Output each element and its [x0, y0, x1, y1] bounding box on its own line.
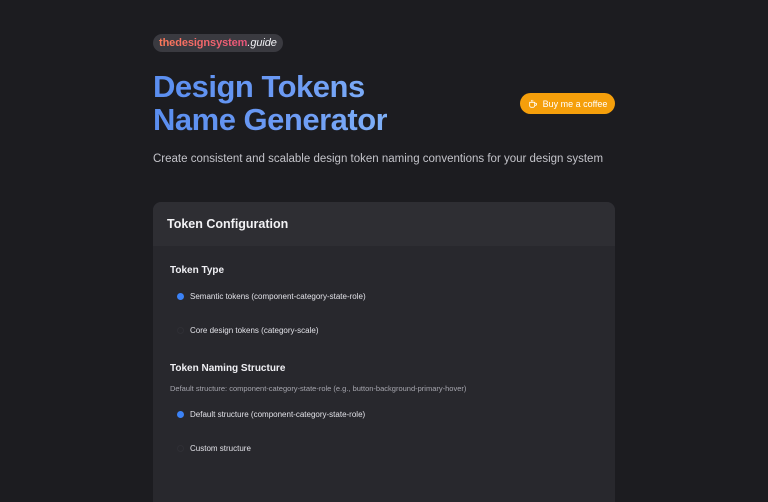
- card-title: Token Configuration: [167, 217, 289, 231]
- page-title-line2: Name Generator: [153, 102, 388, 137]
- token-naming-structure-title: Token Naming Structure: [170, 363, 286, 374]
- brand-logo[interactable]: thedesignsystem .guide: [153, 34, 283, 52]
- page-title-line1: Design Tokens: [153, 69, 365, 104]
- token-configuration-card: Token Configuration Token Type Semantic …: [153, 202, 615, 502]
- naming-structure-helper: Default structure: component-category-st…: [170, 384, 467, 393]
- coffee-cup-icon: [528, 99, 537, 108]
- radio-label: Default structure (component-category-st…: [190, 410, 366, 419]
- radio-indicator-unchecked[interactable]: [177, 327, 184, 334]
- radio-default-structure[interactable]: Default structure (component-category-st…: [177, 410, 365, 419]
- radio-core-design-tokens[interactable]: Core design tokens (category-scale): [177, 326, 319, 335]
- radio-label: Semantic tokens (component-category-stat…: [190, 292, 366, 301]
- radio-custom-structure[interactable]: Custom structure: [177, 444, 251, 453]
- radio-label: Core design tokens (category-scale): [190, 326, 319, 335]
- radio-indicator-checked[interactable]: [177, 293, 184, 300]
- buy-me-a-coffee-label: Buy me a coffee: [542, 98, 608, 109]
- brand-name: thedesignsystem: [159, 37, 248, 49]
- page-subtitle: Create consistent and scalable design to…: [153, 153, 604, 165]
- token-type-title: Token Type: [170, 265, 225, 276]
- radio-semantic-tokens[interactable]: Semantic tokens (component-category-stat…: [177, 292, 366, 301]
- buy-me-a-coffee-button[interactable]: Buy me a coffee: [520, 93, 615, 114]
- page-title: Design Tokens Name Generator: [153, 70, 387, 136]
- radio-label: Custom structure: [190, 444, 251, 453]
- brand-suffix: .guide: [247, 37, 277, 49]
- card-header: Token Configuration: [153, 202, 615, 246]
- radio-indicator-checked[interactable]: [177, 411, 184, 418]
- radio-indicator-unchecked[interactable]: [177, 445, 184, 452]
